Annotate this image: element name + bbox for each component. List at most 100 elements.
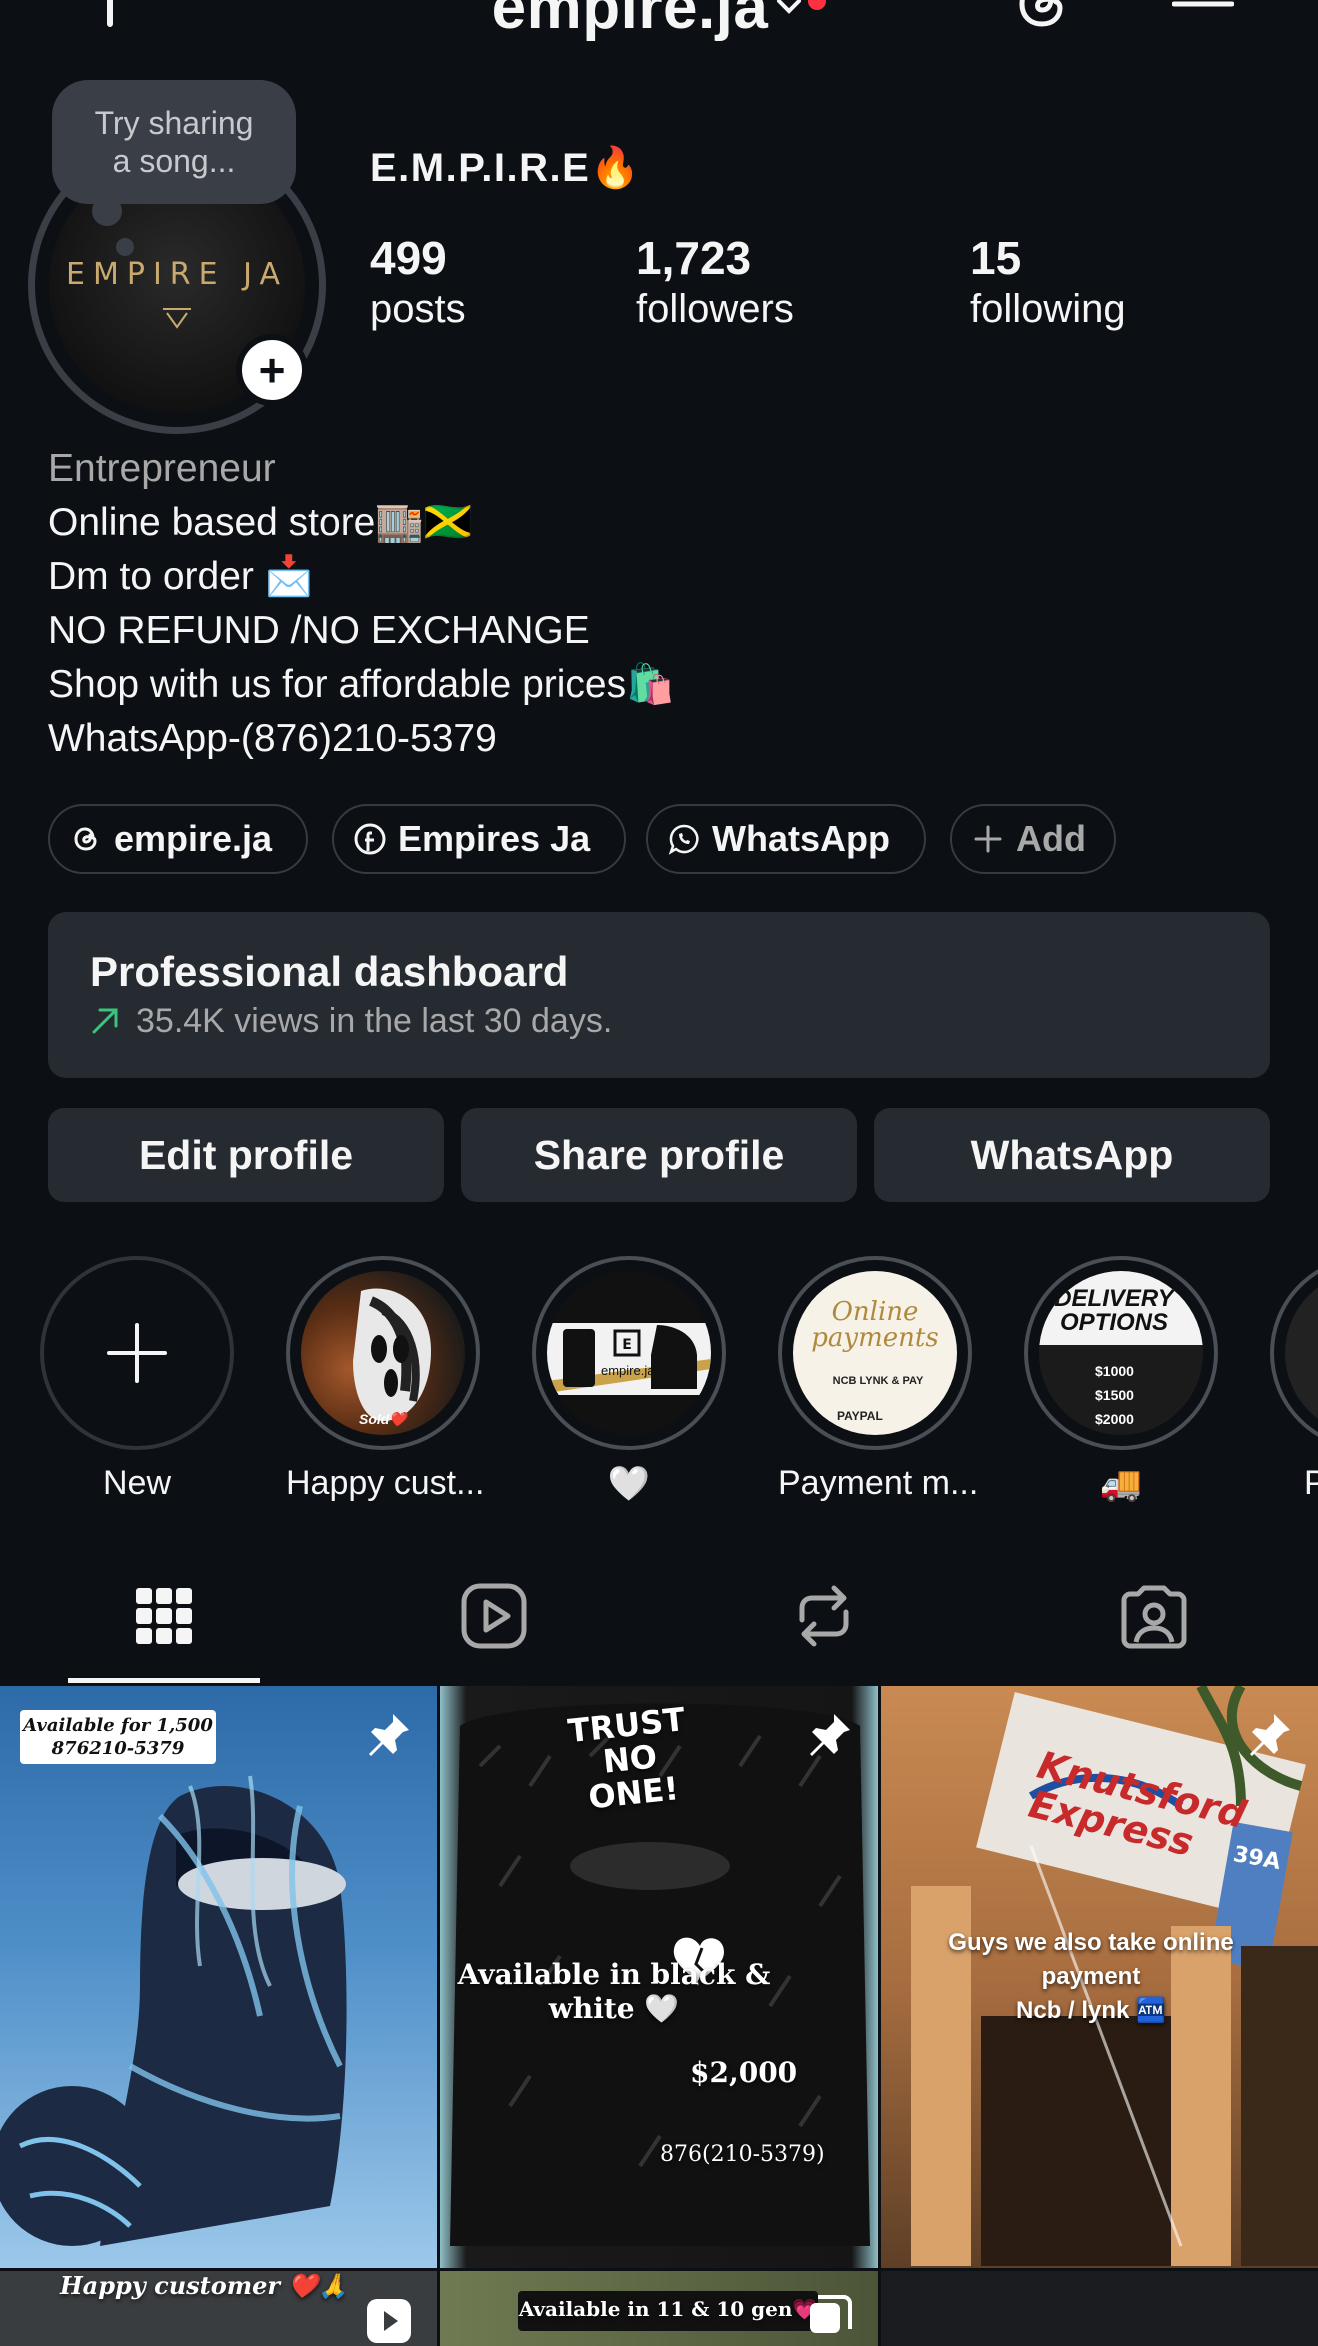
highlight-new[interactable]: New xyxy=(40,1256,234,1503)
highlight-payment-methods[interactable]: Online payments NCB LYNK & PAY PAYPAL Pa… xyxy=(778,1256,979,1503)
post-tile[interactable]: TRUST NO ONE! Available in black & white… xyxy=(440,1686,878,2268)
payment-title: Online payments xyxy=(811,1297,939,1353)
pin-icon xyxy=(810,1714,850,1756)
bio-line: NO REFUND /NO EXCHANGE xyxy=(48,609,590,652)
post-caption: Guys we also take online payment Ncb / l… xyxy=(948,1929,1234,2024)
link-label: Add xyxy=(1016,818,1086,859)
reel-play-icon xyxy=(367,2299,411,2343)
highlight-ring: DELIVERY OPTIONS $1000 $1500 $2000 xyxy=(1024,1256,1218,1450)
link-whatsapp[interactable]: WhatsApp xyxy=(646,804,926,874)
balaclava-image xyxy=(0,1775,347,2246)
payment-sub: NCB LYNK & PAY xyxy=(832,1375,924,1387)
brand-label: empire.ja xyxy=(601,1363,655,1378)
chevron-down-icon xyxy=(777,0,802,14)
highlight-label: New xyxy=(102,1464,172,1502)
highlight-partial[interactable]: P xyxy=(1270,1256,1318,1503)
category-label: Entrepreneur xyxy=(48,447,276,490)
highlight-white-heart[interactable]: E empire.ja 🤍 xyxy=(532,1256,726,1504)
plus-icon xyxy=(974,825,1002,853)
post-phone: 876(210-5379) xyxy=(660,2142,825,2167)
product-collage-image: E xyxy=(547,1323,711,1395)
facebook-icon xyxy=(354,823,386,855)
avatar-logo-text: EMPIRE JA xyxy=(66,257,288,292)
whatsapp-icon xyxy=(668,824,699,855)
note-bubble-tail xyxy=(92,196,122,226)
highlight-label: P xyxy=(1304,1464,1318,1502)
trend-up-icon xyxy=(92,1008,118,1034)
note-text: Try sharing a song... xyxy=(94,105,254,179)
bio: Entrepreneur Online based store🏬🇯🇲 Dm to… xyxy=(48,442,675,766)
stat-value: 499 xyxy=(370,232,447,284)
highlight-label: Payment m... xyxy=(778,1464,979,1502)
highlight-ring: E empire.ja xyxy=(532,1256,726,1450)
post-caption: Happy customer ❤️🙏 xyxy=(60,2271,349,2300)
threads-icon[interactable] xyxy=(1010,0,1074,36)
svg-text:E: E xyxy=(622,1337,632,1353)
highlight-label: Happy cust... xyxy=(286,1464,485,1502)
link-add-button[interactable]: Add xyxy=(950,804,1116,874)
link-label: WhatsApp xyxy=(712,818,890,859)
link-threads[interactable]: empire.ja xyxy=(48,804,308,874)
highlight-thumbnail: DELIVERY OPTIONS $1000 $1500 $2000 xyxy=(1039,1271,1203,1435)
add-story-button[interactable]: + xyxy=(236,334,308,406)
active-tab-indicator xyxy=(68,1678,260,1683)
post-tile[interactable]: Available in 11 & 10 gen💗 xyxy=(440,2271,878,2346)
stat-value: 1,723 xyxy=(636,232,752,284)
stat-label: followers xyxy=(636,287,794,331)
link-facebook[interactable]: Empires Ja xyxy=(332,804,626,874)
highlight-thumbnail: Online payments NCB LYNK & PAY PAYPAL xyxy=(793,1271,957,1435)
stat-label: posts xyxy=(370,287,466,331)
pin-icon xyxy=(1250,1714,1290,1756)
tagged-icon[interactable] xyxy=(1118,1580,1190,1652)
top-bar: empire.ja xyxy=(0,0,1318,43)
post-tile[interactable]: Knutsford Express 39A Guys we also take … xyxy=(881,1686,1318,2268)
whatsapp-button[interactable]: WhatsApp xyxy=(874,1108,1270,1202)
highlight-happy-customers[interactable]: Sold❤️ Happy cust... xyxy=(286,1256,485,1503)
threads-icon xyxy=(74,827,97,851)
delivery-price: $2000 xyxy=(1095,1411,1134,1427)
dashboard-subtitle: 35.4K views in the last 30 days. xyxy=(136,1002,613,1040)
note-bubble[interactable]: Try sharing a song... xyxy=(52,80,296,256)
post-tile[interactable]: Available for 1,500 876210-5379 xyxy=(0,1686,437,2268)
payment-paypal: PAYPAL xyxy=(837,1409,883,1423)
post-tile[interactable]: Happy customer ❤️🙏 xyxy=(0,2271,437,2346)
link-label: Empires Ja xyxy=(398,818,591,859)
post-caption-top: TRUST NO ONE! xyxy=(566,1700,687,1817)
post-tile[interactable] xyxy=(881,2271,1318,2346)
highlight-label: 🤍 xyxy=(607,1465,651,1503)
pin-icon xyxy=(369,1714,409,1756)
grid-icon[interactable] xyxy=(128,1580,200,1652)
link-label: empire.ja xyxy=(114,818,273,859)
username-switcher[interactable]: empire.ja xyxy=(0,0,1318,43)
hamburger-menu-icon[interactable] xyxy=(1172,0,1234,26)
highlight-ring: Online payments NCB LYNK & PAY PAYPAL xyxy=(778,1256,972,1450)
stat-label: following xyxy=(970,287,1126,331)
highlight-ring: Sold❤️ xyxy=(286,1256,480,1450)
post-caption: Available for 1,500 876210-5379 xyxy=(23,1715,213,1759)
plus-icon xyxy=(107,1323,167,1383)
username-title: empire.ja xyxy=(491,0,769,42)
stat-following[interactable]: 15 following xyxy=(970,232,1126,334)
highlight-ring xyxy=(40,1256,234,1450)
highlight-thumbnail: E empire.ja xyxy=(547,1271,711,1435)
highlight-thumbnail: Sold❤️ xyxy=(301,1271,465,1435)
highlight-delivery[interactable]: DELIVERY OPTIONS $1000 $1500 $2000 🚚 xyxy=(1024,1256,1218,1504)
posts-grid: Available for 1,500 876210-5379 TRUST NO… xyxy=(0,1686,1318,2346)
bio-line[interactable]: WhatsApp-(876)210-5379 xyxy=(48,712,675,766)
stat-posts[interactable]: 499 posts xyxy=(370,232,466,334)
professional-dashboard[interactable]: Professional dashboard 35.4K views in th… xyxy=(48,912,1270,1078)
logo-chevron-icon xyxy=(163,308,191,329)
reels-icon[interactable] xyxy=(458,1580,530,1652)
delivery-prices: $1000 $1500 $2000 xyxy=(1095,1359,1134,1431)
stat-followers[interactable]: 1,723 followers xyxy=(636,232,794,334)
highlight-label: 🚚 xyxy=(1099,1465,1143,1503)
edit-profile-button[interactable]: Edit profile xyxy=(48,1108,444,1202)
profile-tabs xyxy=(0,1562,1318,1686)
highlight-ring xyxy=(1270,1256,1318,1450)
delivery-price: $1500 xyxy=(1095,1387,1134,1403)
post-caption: Available in black & white 🤍 xyxy=(457,1958,771,2025)
display-name: E.M.P.I.R.E🔥 xyxy=(370,146,642,190)
share-profile-button[interactable]: Share profile xyxy=(461,1108,857,1202)
carousel-icon xyxy=(810,2295,852,2333)
reposts-icon[interactable] xyxy=(788,1580,860,1652)
